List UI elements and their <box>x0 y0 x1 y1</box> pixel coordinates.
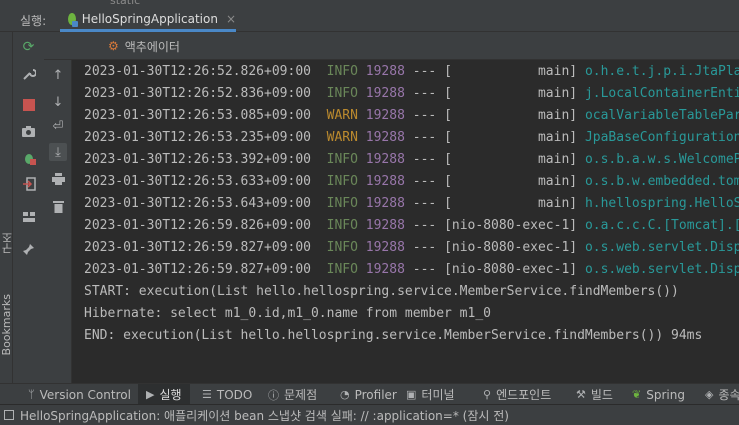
left-tool-stripe: 구조 Bookmarks <box>0 32 14 383</box>
tool-dependencies[interactable]: ◈ 종속 <box>705 384 739 405</box>
tool-terminal[interactable]: ▣ 터미널 <box>406 384 455 405</box>
play-icon: ▶ <box>146 388 155 401</box>
tool-build[interactable]: ⚒ 빌드 <box>576 384 613 405</box>
console-plain-line: END: execution(List hello.hellospring.se… <box>84 328 703 343</box>
console-plain-line: Hibernate: select m1_0.id,m1_0.name from… <box>84 306 491 321</box>
spring-icon: ❦ <box>632 388 642 401</box>
close-icon[interactable]: × <box>226 12 236 26</box>
bookmarks-tool-button[interactable]: Bookmarks <box>0 294 13 355</box>
project-tree-remnant: static <box>0 0 739 8</box>
tool-version-control[interactable]: ᛘ Version Control <box>28 384 131 405</box>
tool-profiler[interactable]: ◔ Profiler <box>340 384 397 405</box>
run-toolbar: ⟳ <box>13 32 44 383</box>
log-line: 2023-01-30T12:26:59.826+09:00 INFO 19288… <box>84 218 739 233</box>
rerun-icon[interactable]: ⟳ <box>20 38 37 55</box>
tool-spring[interactable]: ❦ Spring <box>632 384 685 405</box>
scroll-up-icon[interactable]: ↑ <box>49 66 67 84</box>
trash-icon[interactable] <box>49 197 67 215</box>
log-line: 2023-01-30T12:26:53.235+09:00 WARN 19288… <box>84 130 739 145</box>
terminal-icon: ▣ <box>406 388 417 401</box>
console-output[interactable]: 2023-01-30T12:26:52.826+09:00 INFO 19288… <box>72 60 739 383</box>
tab-actuator[interactable]: ⚙ 액추에이터 <box>102 32 186 60</box>
spring-boot-icon <box>68 12 78 27</box>
run-tab-title: HelloSpringApplication <box>81 11 218 26</box>
log-line: 2023-01-30T12:26:53.633+09:00 INFO 19288… <box>84 174 739 189</box>
wrench-icon[interactable] <box>20 65 37 82</box>
soft-wrap-icon[interactable]: ⏎ <box>49 117 67 135</box>
console-toolbar: ↑ ↓ ⏎ ⤓ <box>44 60 72 383</box>
tool-run[interactable]: ▶ 실행 <box>138 384 190 405</box>
list-icon: ☰ <box>202 388 212 401</box>
camera-icon[interactable] <box>20 123 37 140</box>
import-icon[interactable] <box>20 175 37 192</box>
branch-icon: ᛘ <box>28 388 35 401</box>
log-line: 2023-01-30T12:26:53.085+09:00 WARN 19288… <box>84 108 739 123</box>
console-plain-line: START: execution(List hello.hellospring.… <box>84 284 679 299</box>
layout-icon[interactable] <box>20 208 37 225</box>
debug-bug-icon[interactable] <box>20 149 37 166</box>
profiler-icon: ◔ <box>340 388 350 401</box>
log-line: 2023-01-30T12:26:52.836+09:00 INFO 19288… <box>84 86 739 101</box>
log-line: 2023-01-30T12:26:59.827+09:00 INFO 19288… <box>84 240 739 255</box>
run-tab-hello-spring[interactable]: HelloSpringApplication × <box>60 8 236 32</box>
log-line: 2023-01-30T12:26:53.392+09:00 INFO 19288… <box>84 152 739 167</box>
log-line: 2023-01-30T12:26:53.643+09:00 INFO 19288… <box>84 196 739 211</box>
bottom-tool-bar: ᛘ Version Control ▶ 실행 ☰ TODO ⓘ 문제점 ◔ Profile… <box>0 383 739 405</box>
tab-actuator-label: 액추에이터 <box>124 39 180 54</box>
status-bar: HelloSpringApplication: 애플리케이션 bean 스냅샷 … <box>0 404 739 425</box>
tool-todo[interactable]: ☰ TODO <box>202 384 252 405</box>
run-tool-window-header: 실행: HelloSpringApplication × <box>0 8 739 32</box>
run-label: 실행: <box>20 14 47 28</box>
log-line: 2023-01-30T12:26:59.827+09:00 INFO 19288… <box>84 262 739 277</box>
tool-problems[interactable]: ⓘ 문제점 <box>268 384 317 405</box>
actuator-icon: ⚙ <box>108 39 119 53</box>
layers-icon: ◈ <box>705 388 714 401</box>
scroll-down-icon[interactable]: ↓ <box>49 93 67 111</box>
hammer-icon: ⚒ <box>576 388 586 401</box>
stop-icon[interactable] <box>20 96 37 113</box>
status-message[interactable]: HelloSpringApplication: 애플리케이션 bean 스냅샷 … <box>20 407 509 424</box>
problems-icon: ⓘ <box>268 388 279 402</box>
tree-item-static[interactable]: static <box>110 0 140 7</box>
console-sub-tabs: 콘솔 ⚙ 액추에이터 <box>44 32 739 415</box>
scroll-to-end-icon[interactable]: ⤓ <box>49 143 67 161</box>
tool-endpoints[interactable]: ⚲ 엔드포인트 <box>483 384 551 405</box>
log-line: 2023-01-30T12:26:52.826+09:00 INFO 19288… <box>84 64 739 79</box>
endpoints-icon: ⚲ <box>483 388 492 401</box>
pin-icon[interactable] <box>20 241 37 258</box>
print-icon[interactable] <box>49 170 67 188</box>
status-square-icon[interactable] <box>4 410 14 420</box>
